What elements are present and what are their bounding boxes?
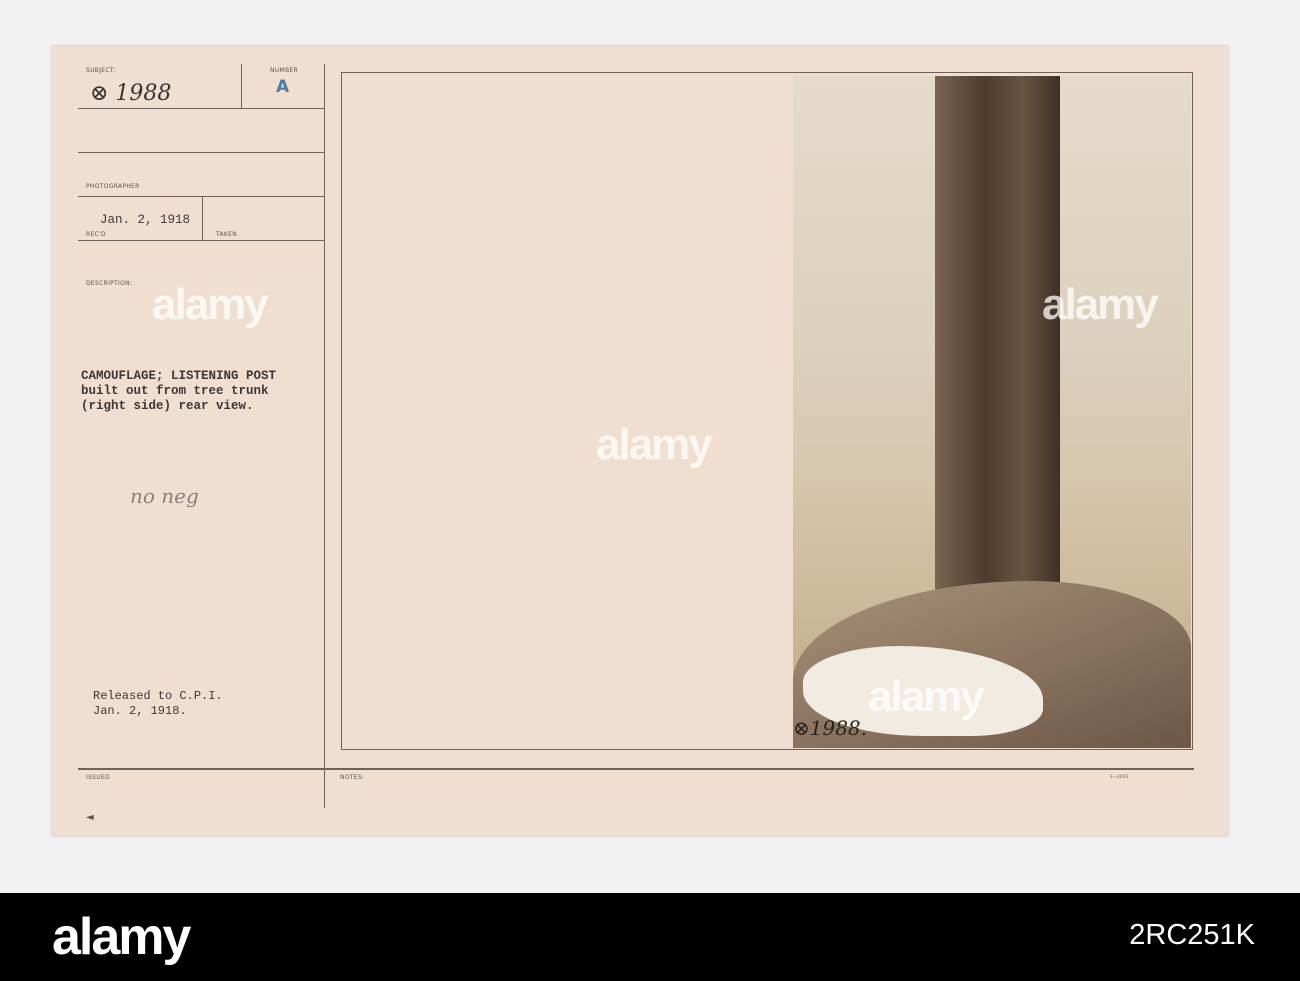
number-value: A xyxy=(276,77,290,97)
description-label: DESCRIPTION: xyxy=(86,280,133,287)
alamy-logo: alamy xyxy=(52,908,191,966)
recd-label: REC'D xyxy=(86,231,106,238)
photographer-label: PHOTOGRAPHER xyxy=(86,183,140,190)
watermark: alamy xyxy=(152,280,269,329)
divider xyxy=(78,240,324,241)
number-label: NUMBER xyxy=(270,67,298,74)
tree-trunk xyxy=(935,76,1060,616)
description-text: CAMOUFLAGE; LISTENING POST built out fro… xyxy=(81,369,277,413)
stock-banner: alamy 2RC251K xyxy=(0,893,1300,981)
divider xyxy=(78,152,324,153)
release-text: Released to C.P.I. Jan. 2, 1918. xyxy=(93,689,223,718)
divider xyxy=(202,196,203,240)
issued-mark: ◄ xyxy=(86,812,94,823)
divider xyxy=(241,64,242,108)
column-divider xyxy=(324,64,325,808)
photograph-tree-trunk: ⊗1988. xyxy=(793,76,1191,748)
watermark: alamy xyxy=(868,672,985,721)
handwritten-note: no neg xyxy=(130,484,199,508)
watermark: alamy xyxy=(596,420,713,469)
notes-label: NOTES: xyxy=(340,774,365,781)
issued-label: ISSUED xyxy=(86,774,110,781)
form-number: 3—2003 xyxy=(1110,774,1129,779)
subject-label: SUBJECT: xyxy=(86,67,116,74)
watermark: alamy xyxy=(1042,280,1159,329)
divider xyxy=(78,196,324,197)
subject-value: ⊗ 1988 xyxy=(90,81,172,106)
photo-caption: ⊗1988. xyxy=(793,716,868,740)
image-id: 2RC251K xyxy=(1129,919,1255,951)
received-date: Jan. 2, 1918 xyxy=(100,213,191,227)
divider xyxy=(78,108,324,109)
divider xyxy=(78,768,1194,770)
taken-label: TAKEN xyxy=(216,231,238,238)
